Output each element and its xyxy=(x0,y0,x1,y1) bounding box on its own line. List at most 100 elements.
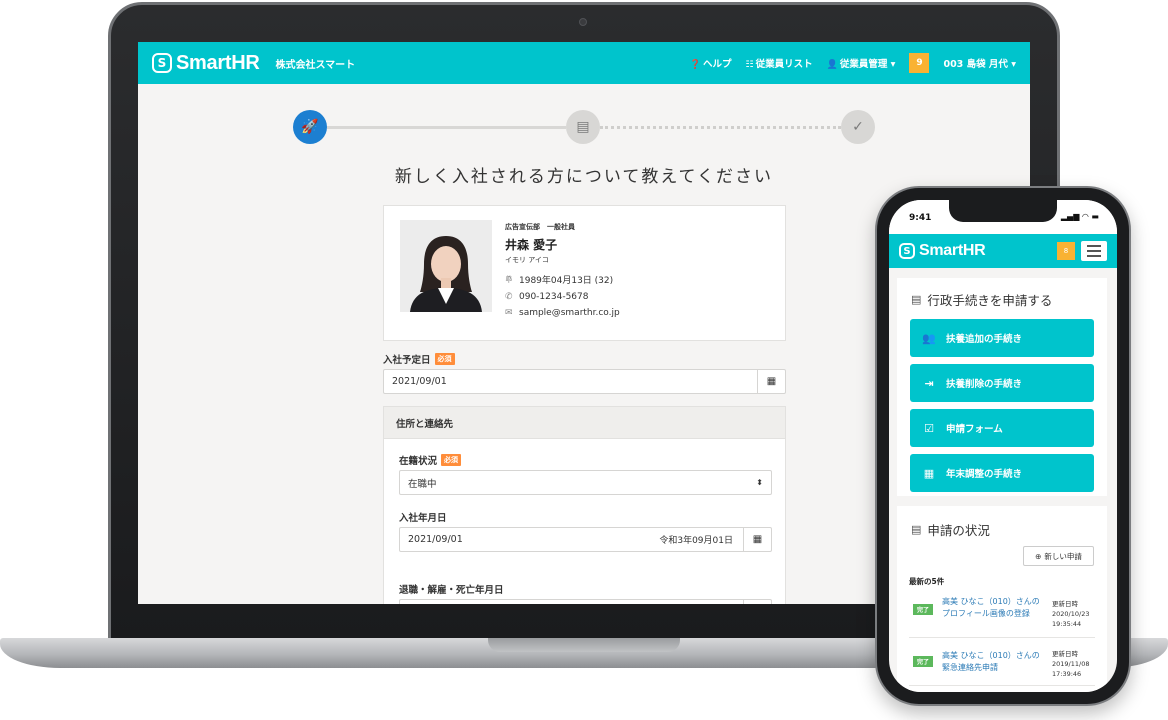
phone-icon: ✆ xyxy=(505,292,513,302)
notification-badge[interactable]: 9 xyxy=(909,53,930,73)
hamburger-menu-button[interactable] xyxy=(1081,241,1107,261)
hire-date-era: 令和3年09月01日 xyxy=(659,536,733,546)
logo-text: SmartHR xyxy=(919,242,986,259)
status-title: ▤ 申請の状況 xyxy=(911,520,990,539)
signal-wifi-battery-icon: ▂▄▆ ◠ ▬ xyxy=(1060,212,1099,221)
retire-date-input[interactable] xyxy=(399,599,772,604)
status-label-text: 在籍状況 xyxy=(399,456,438,467)
employee-mgmt-label: 従業員管理 xyxy=(839,59,888,70)
company-name: 株式会社スマート xyxy=(275,59,356,71)
check-icon: ✓ xyxy=(852,119,864,135)
calendar-icon: ▦ xyxy=(766,376,777,387)
request-row[interactable]: 完了 高美 ひなこ（010）さんのプロフィール画像の登録 更新日時 2020/1… xyxy=(909,592,1095,638)
request-updated: 更新日時 2020/10/23 19:35:44 xyxy=(1052,599,1098,629)
menu-line xyxy=(1087,255,1101,257)
procedures-title-text: 行政手続きを申請する xyxy=(927,293,1053,308)
request-title-link[interactable]: 高美 ひなこ（010）さんの緊急連絡先申請 xyxy=(942,650,1046,674)
button-label: 年末調整の手続き xyxy=(946,469,1023,480)
profile-department: 広告宣伝部 一般社員 xyxy=(505,223,575,231)
user-icon: 👤 xyxy=(826,60,838,70)
help-link[interactable]: ❓ ヘルプ xyxy=(690,56,732,70)
status-time: 9:41 xyxy=(909,213,932,223)
user-name: 003 島袋 月代 xyxy=(943,59,1008,70)
list-icon: ☷ xyxy=(745,60,754,70)
employee-list-label: 従業員リスト xyxy=(755,59,813,70)
caret-down-icon: ▾ xyxy=(890,59,896,70)
step-document: ▤ xyxy=(566,110,600,144)
section-title: 住所と連絡先 xyxy=(384,407,785,439)
form-check-icon: ☑ xyxy=(924,421,934,435)
phone-screen: 9:41 ▂▄▆ ◠ ▬ S SmartHR 8 ▤ 行政手続きを申請する 👥 … xyxy=(889,200,1117,692)
smarthr-logo[interactable]: S SmartHR xyxy=(899,242,986,260)
menu-line xyxy=(1087,245,1101,247)
menu-line xyxy=(1087,250,1101,252)
calendar-icon: ▦ xyxy=(752,534,763,545)
document-icon: ▤ xyxy=(911,523,922,536)
procedures-card: ▤ 行政手続きを申請する 👥 扶養追加の手続き ⇥ 扶養削除の手続き ☑ 申請フ… xyxy=(897,278,1107,496)
step-rocket-active: 🚀 xyxy=(293,110,327,144)
address-contact-section: 住所と連絡先 在籍状況 必須 在職中 ⬍ 入社年月日 2021/09/01 令和… xyxy=(383,406,786,604)
question-circle-icon: ❓ xyxy=(689,60,702,70)
remove-dependent-button[interactable]: ⇥ 扶養削除の手続き xyxy=(910,364,1094,402)
stepper-line-pending xyxy=(600,126,841,129)
stepper-line-complete xyxy=(327,126,566,129)
document-icon: ▤ xyxy=(911,293,922,306)
top-nav-bar: S SmartHR 株式会社スマート ❓ ヘルプ ☷ 従業員リスト 👤 従業員管理 ▾… xyxy=(138,42,1030,84)
request-title-link[interactable]: 高美 ひなこ（010）さんのプロフィール画像の登録 xyxy=(942,596,1046,620)
select-arrows-icon: ⬍ xyxy=(756,478,763,487)
request-status-card: ▤ 申請の状況 ⊕ 新しい申請 最新の5件 完了 高美 ひなこ（010）さんのプ… xyxy=(897,506,1107,692)
year-end-adjustment-button[interactable]: ▦ 年末調整の手続き xyxy=(910,454,1094,492)
employee-list-link[interactable]: ☷ 従業員リスト xyxy=(746,56,813,70)
new-request-button[interactable]: ⊕ 新しい申請 xyxy=(1023,546,1094,566)
smarthr-logo[interactable]: S SmartHR xyxy=(152,52,260,75)
profile-kana: イモリ アイコ xyxy=(505,256,549,264)
laptop-camera xyxy=(579,18,587,26)
updated-label: 更新日時 xyxy=(1052,650,1078,658)
hire-date-label: 入社年月日 xyxy=(399,510,447,524)
calendar-button[interactable]: ▦ xyxy=(757,370,785,393)
hire-date-value: 2021/09/01 xyxy=(408,534,463,545)
mobile-header: S SmartHR 8 xyxy=(889,234,1117,268)
join-date-input[interactable]: 2021/09/01 ▦ xyxy=(383,369,786,394)
button-label: 申請フォーム xyxy=(946,424,1003,435)
retire-date-label: 退職・解雇・死亡年月日 xyxy=(399,582,504,596)
scene: S SmartHR 株式会社スマート ❓ ヘルプ ☷ 従業員リスト 👤 従業員管理 ▾… xyxy=(0,0,1168,720)
new-request-label: 新しい申請 xyxy=(1044,551,1082,561)
request-form-button[interactable]: ☑ 申請フォーム xyxy=(910,409,1094,447)
required-badge: 必須 xyxy=(441,454,462,466)
add-dependent-button[interactable]: 👥 扶養追加の手続き xyxy=(910,319,1094,357)
hire-date-label-text: 入社年月日 xyxy=(399,513,447,524)
join-date-value: 2021/09/01 xyxy=(392,376,447,387)
phone-notch xyxy=(949,200,1057,222)
plus-circle-icon: ⊕ xyxy=(1035,551,1042,561)
laptop-opening-notch xyxy=(488,638,680,652)
request-updated: 更新日時 2019/11/08 17:39:46 xyxy=(1052,649,1098,679)
profile-phone: 090-1234-5678 xyxy=(519,292,589,302)
status-label: 在籍状況 必須 xyxy=(399,453,462,467)
required-badge: 必須 xyxy=(434,353,455,365)
status-select[interactable]: 在職中 ⬍ xyxy=(399,470,772,495)
profile-birthday: 1989年04月13日 (32) xyxy=(519,276,614,286)
profile-birthday-row: 𐄷 1989年04月13日 (32) xyxy=(505,273,620,286)
button-label: 扶養追加の手続き xyxy=(946,334,1023,345)
employee-mgmt-dropdown[interactable]: 👤 従業員管理 ▾ xyxy=(827,56,896,70)
retire-date-label-text: 退職・解雇・死亡年月日 xyxy=(399,585,504,596)
calendar-button[interactable]: ▦ xyxy=(743,528,771,551)
rocket-icon: 🚀 xyxy=(301,119,319,135)
profile-email: sample@smarthr.co.jp xyxy=(519,308,620,318)
caret-down-icon: ▾ xyxy=(1011,59,1016,70)
procedures-title: ▤ 行政手続きを申請する xyxy=(911,290,1052,309)
calendar-button[interactable] xyxy=(743,600,771,604)
user-menu[interactable]: 003 島袋 月代 ▾ xyxy=(943,56,1016,70)
updated-date: 2020/10/23 xyxy=(1052,610,1090,618)
profile-info: 広告宣伝部 一般社員 井森 愛子 イモリ アイコ 𐄷 1989年04月13日 (3… xyxy=(505,222,620,318)
page-title: 新しく入社される方について教えてください xyxy=(394,167,774,187)
exit-icon: ⇥ xyxy=(924,376,934,390)
hire-date-input[interactable]: 2021/09/01 令和3年09月01日 ▦ xyxy=(399,527,772,552)
join-date-label-text: 入社予定日 xyxy=(383,355,431,366)
notification-badge[interactable]: 8 xyxy=(1057,242,1075,260)
done-badge: 完了 xyxy=(913,604,933,615)
request-row[interactable]: 完了 高美 ひなこ（010）さんの緊急連絡先申請 更新日時 2019/11/08… xyxy=(909,640,1095,686)
profile-phone-row: ✆ 090-1234-5678 xyxy=(505,292,620,302)
help-label: ヘルプ xyxy=(703,59,732,70)
